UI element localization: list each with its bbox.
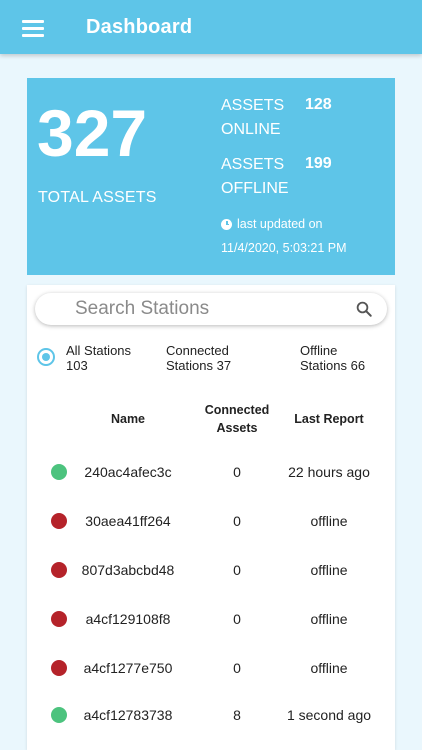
table-row[interactable]: a4cf12783738 8 1 second ago (27, 696, 395, 736)
header-assets-line-2: Assets (216, 421, 258, 435)
assets-offline-label-2: OFFLINE (221, 180, 289, 197)
assets-offline-label-1: ASSETS (221, 156, 285, 173)
status-dot-offline (51, 562, 67, 578)
filter-offline-count: Stations 66 (300, 358, 366, 373)
assets-offline-value: 199 (305, 155, 332, 172)
station-name: a4cf129108f8 (85, 611, 171, 627)
station-connected-assets: 0 (233, 660, 241, 676)
station-connected-assets: 0 (233, 513, 241, 529)
status-dot-offline (51, 513, 67, 529)
table-row[interactable]: 807d3abcbd48 0 offline (27, 551, 395, 591)
header-name: Name (110, 412, 146, 426)
table-row[interactable]: a4cf1277e750 0 offline (27, 649, 395, 689)
filter-all-stations[interactable]: All Stations 103 (66, 343, 131, 373)
menu-icon[interactable] (22, 20, 44, 37)
assets-online-label-1: ASSETS (221, 97, 285, 114)
page-title: Dashboard (86, 16, 193, 38)
filter-all-count: 103 (66, 358, 88, 373)
station-name: 807d3abcbd48 (81, 562, 175, 578)
total-assets-label: TOTAL ASSETS (38, 189, 157, 206)
assets-online-label-2: ONLINE (221, 121, 281, 138)
search-icon[interactable] (355, 300, 373, 318)
station-name: 30aea41ff264 (85, 513, 171, 529)
table-row[interactable]: 240ac4afec3c 0 22 hours ago (27, 453, 395, 493)
status-dot-offline (51, 611, 67, 627)
search-input[interactable] (75, 296, 345, 322)
station-last-report: 22 hours ago (288, 464, 370, 480)
status-dot-offline (51, 660, 67, 676)
header-last-report: Last Report (294, 412, 364, 426)
app-bar: Dashboard (0, 0, 422, 54)
station-name: a4cf12783738 (83, 707, 173, 723)
station-last-report: offline (310, 660, 348, 676)
filter-connected-count: Stations 37 (166, 358, 232, 373)
header-connected-assets: Connected Assets (197, 401, 277, 437)
station-last-report: offline (310, 562, 348, 578)
header-assets-line-1: Connected (204, 403, 270, 417)
filter-connected-label: Connected (166, 343, 229, 358)
last-updated: last updated on (221, 217, 323, 231)
last-updated-label: last updated on (237, 217, 323, 231)
last-updated-date: 11/4/2020, 5:03:21 PM (221, 241, 347, 255)
table-row[interactable]: a4cf129108f8 0 offline (27, 600, 395, 640)
filter-connected-stations[interactable]: Connected Stations 37 (166, 343, 231, 373)
clock-icon (221, 218, 232, 230)
assets-online-value: 128 (305, 96, 332, 113)
station-name: 240ac4afec3c (84, 464, 172, 480)
total-assets-value: 327 (37, 96, 148, 170)
station-connected-assets: 0 (233, 611, 241, 627)
all-stations-radio[interactable] (37, 348, 55, 366)
table-row[interactable]: 30aea41ff264 0 offline (27, 502, 395, 542)
station-last-report: offline (310, 513, 348, 529)
station-connected-assets: 0 (233, 464, 241, 480)
station-name: a4cf1277e750 (83, 660, 173, 676)
station-last-report: offline (310, 611, 348, 627)
stations-panel: All Stations 103 Connected Stations 37 O… (27, 285, 395, 750)
status-dot-online (51, 707, 67, 723)
search-bar (35, 293, 387, 325)
station-last-report: 1 second ago (286, 707, 372, 723)
filter-offline-label: Offline (300, 343, 338, 358)
status-dot-online (51, 464, 67, 480)
filter-offline-stations[interactable]: Offline Stations 66 (300, 343, 365, 373)
filter-all-label: All Stations (66, 343, 132, 358)
station-connected-assets: 8 (233, 707, 241, 723)
station-connected-assets: 0 (233, 562, 241, 578)
asset-summary-card: 327 TOTAL ASSETS ASSETS ONLINE 128 ASSET… (27, 78, 395, 275)
